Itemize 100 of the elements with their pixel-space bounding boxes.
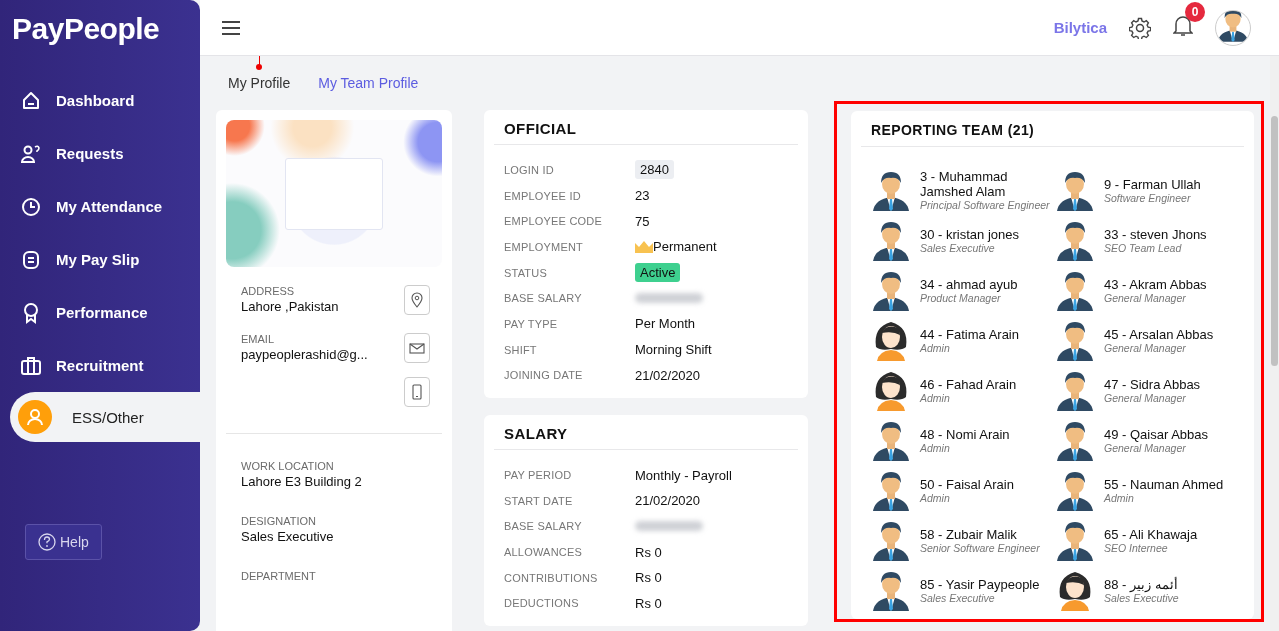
field-label: DEDUCTIONS — [504, 597, 580, 610]
member-name[interactable]: 44 - Fatima Arain — [920, 326, 1019, 342]
clock-icon — [20, 195, 42, 218]
member-role: Admin — [1104, 491, 1135, 504]
field-label: EMPLOYEE ID — [504, 189, 582, 202]
tab[interactable]: My Team Profile — [318, 56, 419, 96]
menu-icon[interactable] — [222, 20, 240, 35]
field-label: WORK LOCATION — [241, 460, 335, 472]
member-name[interactable]: 34 - ahmad ayub — [920, 276, 1018, 292]
male-avatar-icon — [1055, 519, 1095, 561]
male-avatar-icon — [1055, 419, 1095, 461]
field-value: 23 — [635, 188, 650, 204]
field-label: EMPLOYEE CODE — [504, 215, 603, 228]
male-avatar-icon — [1055, 169, 1095, 211]
member-name[interactable]: 43 - Akram Abbas — [1104, 276, 1207, 292]
male-avatar-icon — [1055, 369, 1095, 411]
member-name[interactable]: 58 - Zubair Malik — [920, 526, 1040, 542]
field-value: 75 — [635, 213, 650, 229]
field-value: Lahore E3 Building 2 — [241, 474, 363, 489]
sidebar-item[interactable]: Dashboard — [0, 74, 200, 127]
tab[interactable]: My Profile — [228, 56, 291, 96]
help-button[interactable]: Help — [25, 524, 102, 560]
member-name[interactable]: 9 - Farman Ullah — [1104, 176, 1201, 192]
notification-bell-icon[interactable] — [1173, 14, 1193, 37]
field-label: BASE SALARY — [504, 292, 583, 305]
field-value: Lahore ,Pakistan — [241, 299, 339, 314]
field-value: Sales Executive — [241, 529, 335, 544]
member-name[interactable]: 88 - أئمه زبير — [1104, 576, 1179, 592]
user-avatar[interactable] — [1215, 9, 1251, 46]
person-icon — [24, 406, 46, 428]
sidebar-item[interactable]: ESS/Other — [10, 392, 200, 442]
male-avatar-icon — [1055, 219, 1095, 261]
scrollbar[interactable] — [1270, 56, 1279, 631]
field-label: ALLOWANCES — [504, 546, 583, 559]
male-avatar-icon — [871, 219, 911, 261]
member-role: Sales Executive — [1104, 591, 1179, 604]
member-name[interactable]: 45 - Arsalan Abbas — [1104, 326, 1214, 342]
sidebar-item[interactable]: Requests — [0, 127, 200, 180]
member-name[interactable]: 65 - Ali Khawaja — [1104, 526, 1198, 542]
sidebar-item[interactable]: My Pay Slip — [0, 233, 200, 286]
member-name[interactable]: 48 - Nomi Arain — [920, 426, 1010, 442]
sidebar-item[interactable]: My Attendance — [0, 180, 200, 233]
member-role: Admin — [920, 341, 951, 354]
member-name[interactable]: 46 - Fahad Arain — [920, 376, 1017, 392]
section-title: REPORTING TEAM (21) — [861, 111, 1244, 147]
field-value: 21/02/2020 — [635, 493, 701, 509]
member-role: Sales Executive — [920, 591, 995, 604]
member-name[interactable]: 30 - kristan jones — [920, 226, 1019, 242]
male-avatar-icon — [1055, 319, 1095, 361]
member-name[interactable]: 47 - Sidra Abbas — [1104, 376, 1201, 392]
member-role: SEO Team Lead — [1104, 241, 1183, 254]
male-avatar-icon — [1055, 469, 1095, 511]
male-avatar-icon — [871, 419, 911, 461]
sidebar-item[interactable]: Performance — [0, 286, 200, 339]
document-icon — [20, 248, 42, 271]
member-role: Admin — [920, 491, 951, 504]
member-name[interactable]: 50 - Faisal Arain — [920, 476, 1014, 492]
member-role: Admin — [920, 391, 951, 404]
notification-count: 0 — [1185, 1, 1205, 22]
sidebar-item[interactable]: Recruitment — [0, 339, 200, 392]
field-value: Per Month — [635, 316, 695, 332]
field-label: LOGIN ID — [504, 163, 555, 176]
field-label: EMAIL — [241, 333, 275, 345]
crown-icon — [635, 240, 653, 253]
mail-button[interactable] — [404, 333, 430, 363]
field-label: EMPLOYMENT — [504, 240, 584, 253]
field-label: CONTRIBUTIONS — [504, 571, 599, 584]
member-role: Senior Software Engineer — [920, 541, 1040, 554]
member-name[interactable]: 55 - Nauman Ahmed — [1104, 476, 1224, 492]
male-avatar-icon — [871, 169, 911, 211]
male-avatar-icon — [871, 569, 911, 611]
member-name[interactable]: 49 - Qaisar Abbas — [1104, 426, 1209, 442]
member-name[interactable]: 33 - steven Jhons — [1104, 226, 1207, 242]
app-logo[interactable]: PayPeople — [12, 12, 160, 46]
member-role: SEO Internee — [1104, 541, 1168, 554]
phone-button[interactable] — [404, 377, 430, 407]
member-role: Admin — [920, 441, 951, 454]
question-circle-icon — [38, 533, 56, 551]
settings-icon[interactable] — [1129, 16, 1151, 39]
field-value: Morning Shift — [635, 342, 712, 358]
login-id-value: 2840 — [635, 160, 674, 180]
phone-icon — [409, 384, 425, 400]
field-label: STATUS — [504, 266, 548, 279]
member-role: General Manager — [1104, 341, 1187, 354]
location-pin-button[interactable] — [404, 285, 430, 315]
briefcase-icon — [20, 354, 42, 377]
male-avatar-icon — [871, 469, 911, 511]
home-icon — [20, 89, 42, 112]
field-value: Monthly - Payroll — [635, 467, 732, 483]
member-name[interactable]: 85 - Yasir Paypeople — [920, 576, 1040, 592]
male-avatar-icon — [1055, 269, 1095, 311]
member-role: General Manager — [1104, 441, 1187, 454]
section-title: SALARY — [494, 415, 798, 451]
blurred-value — [635, 521, 703, 532]
company-name[interactable]: Bilytica — [1053, 19, 1107, 36]
field-value: 21/02/2020 — [635, 367, 701, 383]
location-pin-icon — [409, 292, 425, 308]
member-role: Software Engineer — [1104, 191, 1192, 204]
member-name[interactable]: 3 - Muhammad Jamshed Alam — [920, 169, 1055, 199]
field-label: DEPARTMENT — [241, 570, 317, 582]
